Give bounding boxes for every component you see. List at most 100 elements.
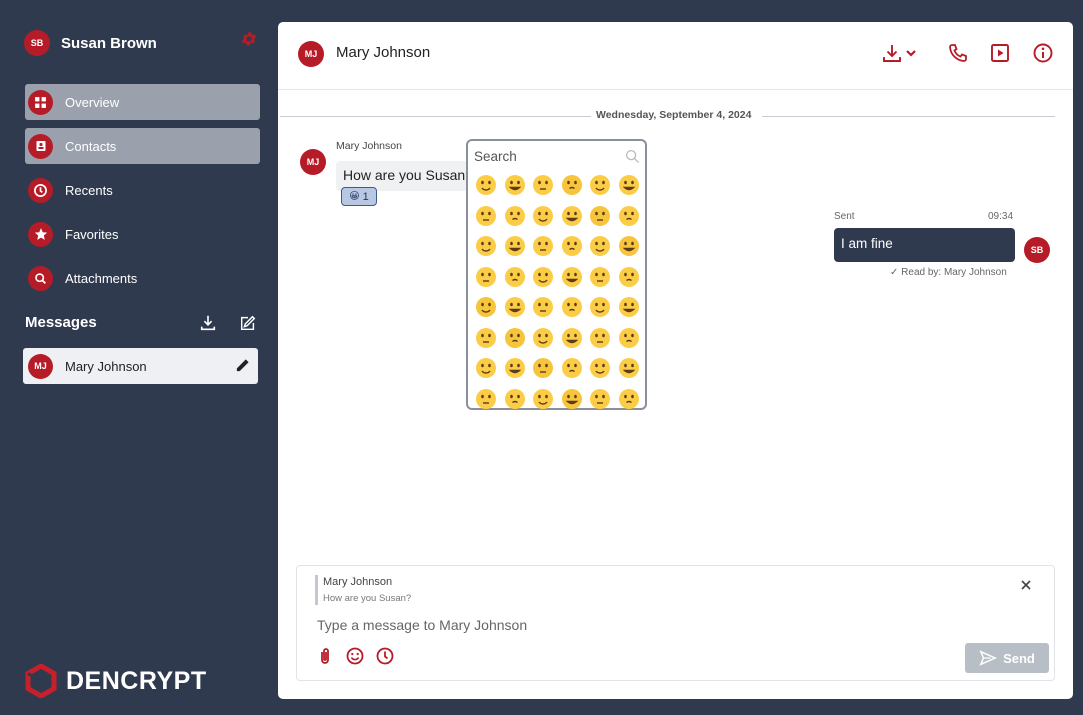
emoji-relaxed[interactable] bbox=[501, 262, 530, 293]
info-icon[interactable] bbox=[1032, 42, 1054, 64]
emoji-dotted[interactable] bbox=[615, 353, 644, 384]
emoji-squint-tongue[interactable] bbox=[558, 292, 587, 323]
sidebar-nav: Overview Contacts Recents Favorites Atta… bbox=[25, 84, 260, 304]
sidebar-item-label: Contacts bbox=[65, 138, 117, 154]
grid-icon bbox=[28, 89, 53, 115]
emoji-salute[interactable] bbox=[615, 323, 644, 354]
download-icon[interactable] bbox=[199, 314, 217, 332]
emoji-sweat-smile[interactable] bbox=[615, 170, 644, 201]
emoji-icon[interactable] bbox=[345, 646, 365, 666]
emoji-hug[interactable] bbox=[615, 292, 644, 323]
pencil-icon[interactable] bbox=[235, 358, 250, 373]
emoji-shush[interactable] bbox=[558, 323, 587, 354]
sweat-smile-emoji-icon bbox=[618, 175, 639, 196]
emoji-money-mouth[interactable] bbox=[586, 292, 615, 323]
emoji-zipper[interactable] bbox=[472, 353, 501, 384]
sidebar-item-contacts[interactable]: Contacts bbox=[25, 128, 260, 164]
reaction-emoji: 😀 bbox=[349, 191, 360, 202]
emoji-hand-over-mouth[interactable] bbox=[472, 323, 501, 354]
play-icon[interactable] bbox=[989, 42, 1011, 64]
emoji-upside-down[interactable] bbox=[558, 201, 587, 232]
emoji-star-struck[interactable] bbox=[586, 231, 615, 262]
brand-name: DENCRYPT bbox=[66, 666, 207, 695]
emoji-open-hands[interactable] bbox=[529, 323, 558, 354]
emoji-kissing-smiling[interactable] bbox=[558, 262, 587, 293]
message-input[interactable] bbox=[317, 613, 917, 637]
emoji-clouds[interactable] bbox=[472, 384, 501, 415]
conversation-item[interactable]: MJ Mary Johnson bbox=[23, 348, 258, 384]
emoji-heart-eyes[interactable] bbox=[558, 231, 587, 262]
emoji-thinking[interactable] bbox=[586, 323, 615, 354]
emoji-grimace[interactable] bbox=[586, 384, 615, 415]
emoji-smile[interactable] bbox=[529, 170, 558, 201]
avatar: MJ bbox=[300, 149, 326, 175]
paperclip-icon[interactable] bbox=[315, 646, 335, 666]
emoji-laughing[interactable] bbox=[586, 170, 615, 201]
emoji-slight-smile[interactable] bbox=[529, 201, 558, 232]
compose-icon[interactable] bbox=[239, 314, 257, 332]
star-icon bbox=[28, 221, 53, 247]
user-profile[interactable]: SB Susan Brown bbox=[24, 30, 157, 56]
message-bubble[interactable]: I am fine bbox=[834, 228, 1015, 262]
emoji-blush[interactable] bbox=[472, 231, 501, 262]
emoji-raised-brow[interactable] bbox=[501, 353, 530, 384]
emoji-zany[interactable] bbox=[529, 292, 558, 323]
emoji-kissing-heart[interactable] bbox=[615, 231, 644, 262]
emoji-innocent[interactable] bbox=[501, 231, 530, 262]
emoji-smiley[interactable] bbox=[501, 170, 530, 201]
emoji-tear-smile[interactable] bbox=[586, 262, 615, 293]
emoji-wink[interactable] bbox=[615, 201, 644, 232]
avatar: MJ bbox=[28, 353, 53, 379]
melting-emoji-icon bbox=[590, 205, 611, 226]
emoji-smirk[interactable] bbox=[501, 384, 530, 415]
contact-card-icon bbox=[28, 133, 53, 159]
search-icon bbox=[625, 149, 640, 164]
emoji-hearts-face[interactable] bbox=[529, 231, 558, 262]
squint-tongue-emoji-icon bbox=[561, 297, 582, 318]
emoji-tongue[interactable] bbox=[472, 292, 501, 323]
emoji-unamused[interactable] bbox=[529, 384, 558, 415]
emoji-search-input[interactable]: Search bbox=[473, 146, 640, 168]
emoji-joy[interactable] bbox=[501, 201, 530, 232]
zany-emoji-icon bbox=[533, 297, 554, 318]
sidebar-item-favorites[interactable]: Favorites bbox=[25, 216, 260, 252]
smile-emoji-icon bbox=[533, 175, 554, 196]
sidebar-item-label: Favorites bbox=[65, 226, 119, 242]
gear-icon[interactable] bbox=[240, 30, 258, 48]
emoji-exhale[interactable] bbox=[615, 384, 644, 415]
emoji-expressionless[interactable] bbox=[558, 353, 587, 384]
download-dropdown-icon[interactable] bbox=[882, 42, 920, 64]
salute-emoji-icon bbox=[618, 327, 639, 348]
sidebar-item-recents[interactable]: Recents bbox=[25, 172, 260, 208]
emoji-peek[interactable] bbox=[501, 323, 530, 354]
send-button[interactable]: Send bbox=[965, 643, 1049, 673]
emoji-grinning[interactable] bbox=[472, 170, 501, 201]
clock-icon[interactable] bbox=[375, 646, 395, 666]
sidebar-item-attachments[interactable]: Attachments bbox=[25, 260, 260, 296]
emoji-eye-roll[interactable] bbox=[558, 384, 587, 415]
emoji-yum[interactable] bbox=[615, 262, 644, 293]
sidebar-item-label: Overview bbox=[65, 94, 120, 110]
close-icon[interactable] bbox=[1019, 578, 1033, 592]
dencrypt-logo-icon bbox=[25, 664, 57, 698]
emoji-kissing[interactable] bbox=[472, 262, 501, 293]
emoji-grin[interactable] bbox=[558, 170, 587, 201]
zipper-emoji-icon bbox=[476, 358, 497, 379]
money-mouth-emoji-icon bbox=[590, 297, 611, 318]
kissing-heart-emoji-icon bbox=[618, 236, 639, 257]
avatar: SB bbox=[1024, 237, 1050, 263]
slight-smile-emoji-icon bbox=[533, 205, 554, 226]
emoji-melting[interactable] bbox=[586, 201, 615, 232]
emoji-tongue-wink[interactable] bbox=[501, 292, 530, 323]
read-receipt: ✓ Read by: Mary Johnson bbox=[890, 267, 1007, 278]
sidebar-item-overview[interactable]: Overview bbox=[25, 84, 260, 120]
emoji-kissing-closed[interactable] bbox=[529, 262, 558, 293]
open-hands-emoji-icon bbox=[533, 327, 554, 348]
phone-icon[interactable] bbox=[947, 42, 969, 64]
hearts-face-emoji-icon bbox=[533, 236, 554, 257]
reaction-badge[interactable]: 😀 1 bbox=[341, 187, 377, 206]
message-time: 09:34 bbox=[988, 211, 1014, 222]
emoji-no-mouth[interactable] bbox=[586, 353, 615, 384]
emoji-neutral[interactable] bbox=[529, 353, 558, 384]
emoji-rolling-laughing[interactable] bbox=[472, 201, 501, 232]
